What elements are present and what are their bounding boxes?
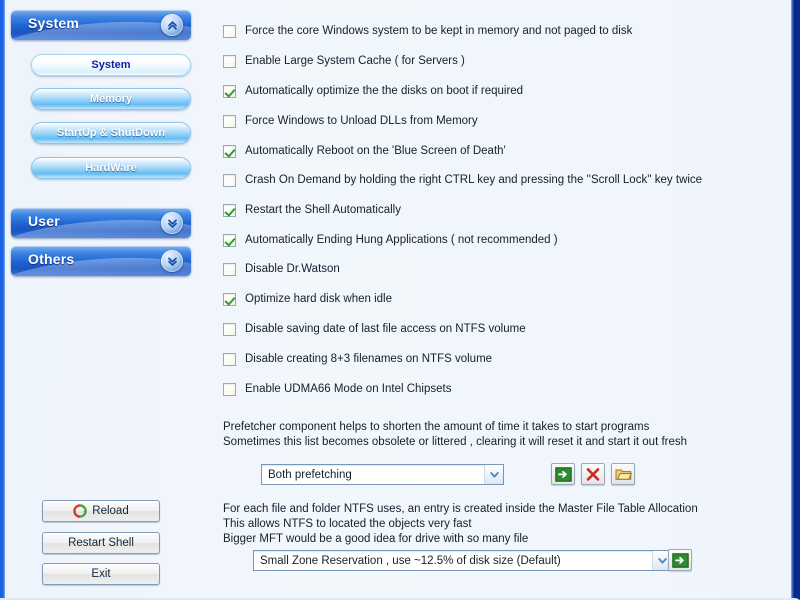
checkbox-input[interactable]: [223, 84, 236, 98]
prefetcher-select-value: Both prefetching: [268, 468, 352, 481]
checkbox-label: Force the core Windows system to be kept…: [245, 25, 633, 37]
checkbox-row[interactable]: Force the core Windows system to be kept…: [223, 23, 632, 39]
checkbox-label: Crash On Demand by holding the right CTR…: [245, 174, 703, 186]
sidebar-group-label: System: [28, 15, 80, 31]
checkbox-label: Restart the Shell Automatically: [245, 204, 401, 216]
prefetcher-clear-button[interactable]: [581, 463, 605, 485]
checkbox-input[interactable]: [223, 322, 236, 336]
checkbox-label: Disable saving date of last file access …: [245, 323, 526, 335]
checkbox-label: Automatically Ending Hung Applications (…: [245, 234, 558, 246]
checkbox-row[interactable]: Enable Large System Cache ( for Servers …: [223, 53, 465, 69]
checkbox-label: Enable Large System Cache ( for Servers …: [245, 55, 465, 67]
exit-button[interactable]: Exit: [42, 563, 160, 585]
prefetcher-description-line2: Sometimes this list becomes obsolete or …: [223, 436, 688, 448]
prefetcher-select[interactable]: Both prefetching: [261, 464, 504, 485]
checkbox-row[interactable]: Automatically optimize the the disks on …: [223, 83, 523, 99]
checkbox-row[interactable]: Enable UDMA66 Mode on Intel Chipsets: [223, 381, 451, 397]
checkbox-input[interactable]: [223, 382, 236, 396]
checkbox-input[interactable]: [223, 292, 236, 306]
mft-zone-select[interactable]: Small Zone Reservation , use ~12.5% of d…: [253, 550, 672, 571]
checkbox-row[interactable]: Restart the Shell Automatically: [223, 202, 401, 218]
checkbox-row[interactable]: Automatically Ending Hung Applications (…: [223, 232, 558, 248]
checkbox-label: Force Windows to Unload DLLs from Memory: [245, 115, 478, 127]
checkbox-row[interactable]: Disable creating 8+3 filenames on NTFS v…: [223, 351, 492, 367]
reload-button[interactable]: Reload: [42, 500, 160, 522]
sidebar-item-system[interactable]: System: [31, 54, 191, 76]
checkbox-input[interactable]: [223, 173, 236, 187]
restart-shell-button[interactable]: Restart Shell: [42, 532, 160, 554]
arrow-right-apply-icon: [554, 466, 572, 482]
chevron-double-up-icon[interactable]: [161, 14, 183, 36]
sidebar-group-label: User: [28, 213, 60, 229]
checkbox-input[interactable]: [223, 203, 236, 217]
reload-button-label: Reload: [92, 505, 129, 517]
checkbox-input[interactable]: [223, 54, 236, 68]
chevron-double-down-icon[interactable]: [161, 250, 183, 272]
mft-apply-button[interactable]: [668, 549, 692, 571]
red-x-clear-icon: [585, 467, 601, 482]
checkbox-row[interactable]: Disable saving date of last file access …: [223, 321, 526, 337]
refresh-icon: [73, 504, 88, 518]
sidebar-group-header-user[interactable]: User: [11, 208, 191, 238]
checkbox-input[interactable]: [223, 262, 236, 276]
prefetcher-description-line1: Prefetcher component helps to shorten th…: [223, 421, 650, 433]
sidebar-item-startup-shutdown[interactable]: StartUp & ShutDown: [31, 122, 191, 144]
window-left-edge: [0, 0, 5, 598]
application-window: System System Memory StartUp & ShutDown …: [0, 0, 800, 600]
prefetcher-apply-button[interactable]: [551, 463, 575, 485]
mft-description-line3: Bigger MFT would be a good idea for driv…: [223, 533, 529, 545]
checkbox-label: Automatically optimize the the disks on …: [245, 85, 524, 97]
checkbox-label: Disable Dr.Watson: [245, 263, 340, 275]
checkbox-label: Automatically Reboot on the 'Blue Screen…: [245, 145, 506, 157]
chevron-double-down-icon[interactable]: [161, 212, 183, 234]
checkbox-row[interactable]: Disable Dr.Watson: [223, 261, 340, 277]
checkbox-row[interactable]: Automatically Reboot on the 'Blue Screen…: [223, 143, 506, 159]
checkbox-input[interactable]: [223, 233, 236, 247]
checkbox-label: Optimize hard disk when idle: [245, 293, 393, 305]
sidebar: System System Memory StartUp & ShutDown …: [9, 0, 205, 598]
sidebar-item-label: Memory: [89, 93, 133, 105]
arrow-right-apply-icon: [671, 552, 689, 568]
checkbox-input[interactable]: [223, 114, 236, 128]
chevron-down-icon[interactable]: [484, 465, 503, 484]
checkbox-label: Disable creating 8+3 filenames on NTFS v…: [245, 353, 493, 365]
sidebar-item-label: StartUp & ShutDown: [56, 127, 166, 139]
mft-description-line2: This allows NTFS to located the objects …: [223, 518, 472, 530]
checkbox-row[interactable]: Optimize hard disk when idle: [223, 291, 392, 307]
sidebar-item-memory[interactable]: Memory: [31, 88, 191, 110]
checkbox-row[interactable]: Force Windows to Unload DLLs from Memory: [223, 113, 478, 129]
checkbox-input[interactable]: [223, 352, 236, 366]
main-panel: Force the core Windows system to be kept…: [214, 0, 792, 598]
sidebar-group-header-system[interactable]: System: [11, 10, 191, 40]
sidebar-group-header-others[interactable]: Others: [11, 246, 191, 276]
exit-button-label: Exit: [91, 568, 111, 580]
folder-open-icon: [615, 467, 632, 481]
prefetcher-open-folder-button[interactable]: [611, 463, 635, 485]
sidebar-item-label: HardWare: [85, 162, 137, 174]
restart-shell-button-label: Restart Shell: [68, 537, 134, 549]
checkbox-row[interactable]: Crash On Demand by holding the right CTR…: [223, 172, 702, 188]
mft-zone-select-value: Small Zone Reservation , use ~12.5% of d…: [260, 554, 561, 567]
sidebar-item-hardware[interactable]: HardWare: [31, 157, 191, 179]
sidebar-group-label: Others: [28, 251, 75, 267]
checkbox-input[interactable]: [223, 144, 236, 158]
checkbox-label: Enable UDMA66 Mode on Intel Chipsets: [245, 383, 452, 395]
sidebar-item-label: System: [91, 59, 131, 71]
checkbox-input[interactable]: [223, 24, 236, 38]
mft-description-line1: For each file and folder NTFS uses, an e…: [223, 503, 698, 515]
